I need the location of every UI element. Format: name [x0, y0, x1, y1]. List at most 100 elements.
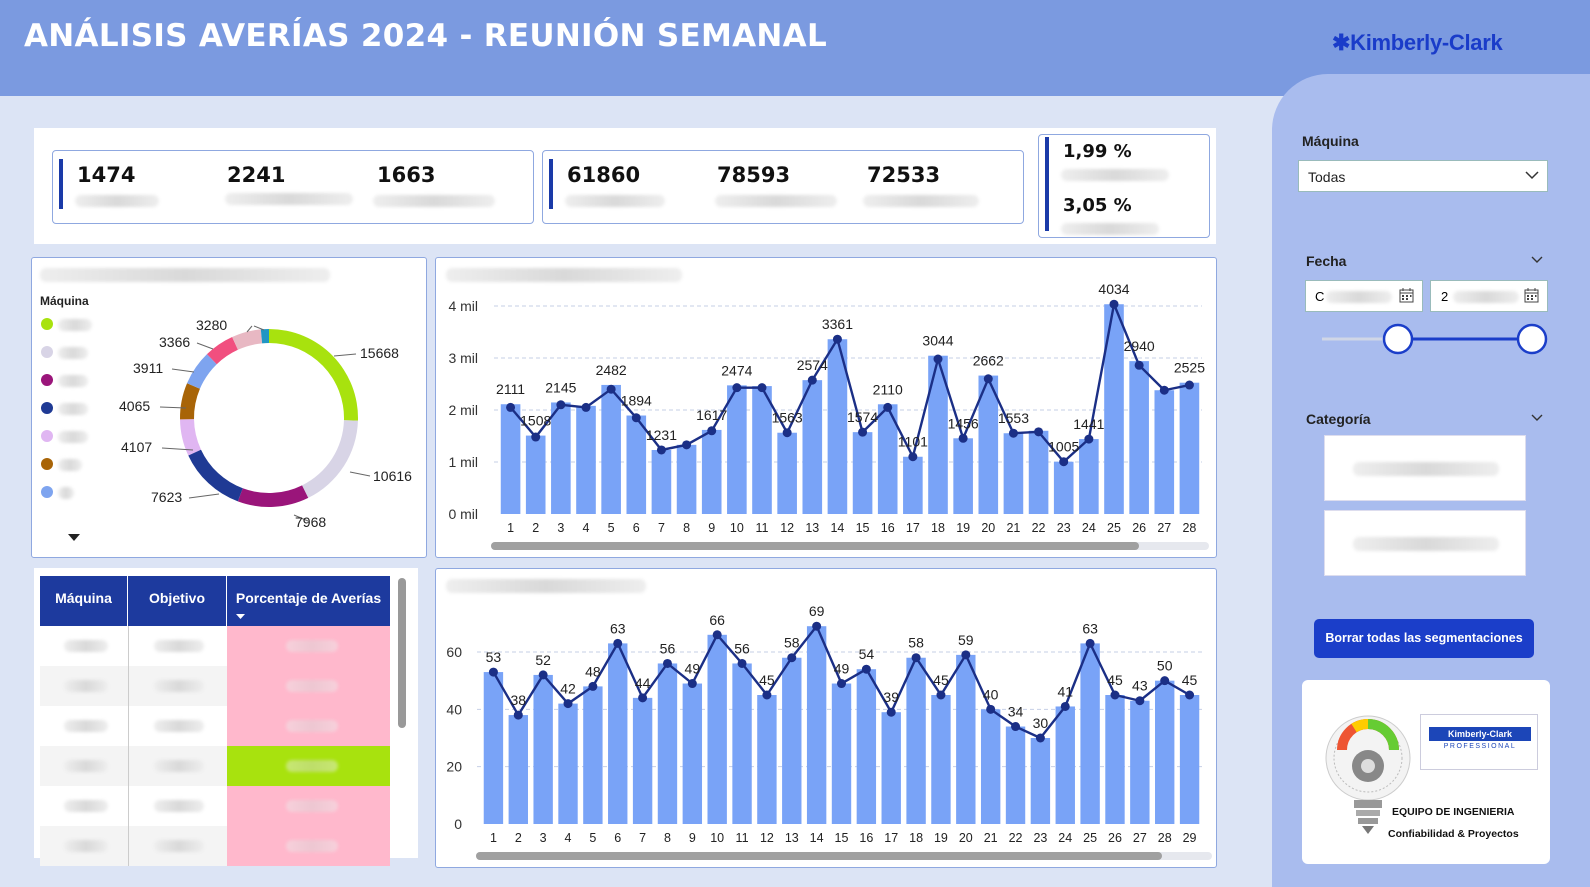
chart-bar[interactable]: [533, 674, 553, 824]
line-point[interactable]: [662, 658, 672, 668]
donut-slice[interactable]: [180, 383, 200, 420]
donut-slice[interactable]: [269, 329, 358, 421]
table-row[interactable]: [40, 826, 390, 866]
line-point[interactable]: [807, 375, 817, 385]
line-point[interactable]: [1134, 360, 1144, 370]
line-point[interactable]: [782, 428, 792, 438]
line-point[interactable]: [606, 384, 616, 394]
chart-bar[interactable]: [1105, 695, 1125, 824]
chart-bar[interactable]: [1179, 695, 1200, 824]
line-point[interactable]: [812, 621, 822, 631]
line-point[interactable]: [1159, 385, 1169, 395]
chart-bar[interactable]: [701, 429, 722, 514]
chart-bar[interactable]: [881, 712, 901, 824]
line-point[interactable]: [787, 653, 797, 663]
line-point[interactable]: [757, 383, 767, 393]
line-point[interactable]: [1184, 380, 1194, 390]
chart-bar[interactable]: [980, 709, 1001, 824]
line-point[interactable]: [1011, 722, 1021, 732]
chart-bar[interactable]: [558, 703, 578, 824]
chart-bar[interactable]: [682, 683, 703, 824]
chart-bar[interactable]: [1154, 390, 1175, 514]
chart-bar[interactable]: [651, 449, 672, 514]
chart-bar[interactable]: [657, 663, 678, 824]
chart-bar[interactable]: [1055, 706, 1075, 824]
table-scrollbar[interactable]: [398, 578, 406, 728]
line-point[interactable]: [886, 707, 896, 717]
clear-filters-button[interactable]: Borrar todas las segmentaciones: [1314, 619, 1534, 658]
chart-bar[interactable]: [576, 405, 596, 514]
line-point[interactable]: [1008, 428, 1018, 438]
chart-bar[interactable]: [508, 715, 528, 824]
line-point[interactable]: [1160, 676, 1170, 686]
chart-bar[interactable]: [782, 657, 802, 824]
calendar-icon[interactable]: [1399, 288, 1414, 303]
line-point[interactable]: [911, 653, 921, 663]
chart-bar[interactable]: [831, 683, 852, 824]
line-point[interactable]: [631, 413, 641, 423]
chart-bar[interactable]: [906, 657, 926, 824]
chart-bar[interactable]: [802, 380, 823, 514]
date-end-input[interactable]: 2: [1430, 280, 1548, 312]
chart-bar[interactable]: [903, 456, 923, 514]
chart-bar[interactable]: [732, 663, 752, 824]
horizontal-scrollbar[interactable]: [491, 542, 1139, 550]
chart-bar[interactable]: [601, 384, 621, 514]
donut-slice[interactable]: [188, 449, 243, 502]
table-row[interactable]: [40, 626, 390, 666]
donut-slice[interactable]: [237, 485, 309, 507]
line-point[interactable]: [656, 445, 666, 455]
line-point[interactable]: [488, 667, 498, 677]
chart-bar[interactable]: [752, 386, 772, 514]
line-point[interactable]: [538, 670, 548, 680]
horizontal-scrollbar[interactable]: [476, 852, 1162, 860]
chart-bar[interactable]: [1005, 726, 1026, 824]
donut-slice[interactable]: [260, 329, 269, 344]
chart-bar[interactable]: [1155, 680, 1175, 824]
category-option[interactable]: [1324, 435, 1526, 501]
chart-bar[interactable]: [1129, 361, 1149, 514]
col-header-porcentaje[interactable]: Porcentaje de Averías: [227, 576, 390, 626]
chart-bar[interactable]: [727, 385, 747, 514]
line-point[interactable]: [732, 383, 742, 393]
line-point[interactable]: [556, 400, 566, 410]
chart-bar[interactable]: [551, 402, 571, 514]
col-header-objetivo[interactable]: Objetivo: [128, 576, 227, 626]
line-point[interactable]: [986, 704, 996, 714]
line-point[interactable]: [638, 693, 648, 703]
chart-bar[interactable]: [953, 438, 973, 514]
line-point[interactable]: [506, 402, 516, 412]
line-point[interactable]: [961, 650, 971, 660]
line-point[interactable]: [883, 402, 893, 412]
line-point[interactable]: [1034, 427, 1044, 437]
line-point[interactable]: [1060, 701, 1070, 711]
slider-handle-start[interactable]: [1382, 323, 1414, 355]
chart-bar[interactable]: [608, 643, 628, 824]
line-point[interactable]: [682, 440, 692, 450]
chart-bar[interactable]: [852, 432, 873, 514]
chart-bar[interactable]: [525, 435, 546, 514]
line-point[interactable]: [983, 374, 993, 384]
line-point[interactable]: [707, 426, 717, 436]
line-point[interactable]: [1135, 696, 1145, 706]
line-point[interactable]: [832, 334, 842, 344]
chart-bar[interactable]: [1179, 382, 1200, 514]
chart-bar[interactable]: [1079, 439, 1099, 514]
chart-bar[interactable]: [806, 626, 827, 824]
line-point[interactable]: [908, 452, 918, 462]
chart-bar[interactable]: [1028, 430, 1049, 514]
chart-bar[interactable]: [1053, 461, 1074, 514]
chart-bar[interactable]: [1030, 738, 1051, 824]
chart-bar[interactable]: [707, 634, 727, 824]
chart-bar[interactable]: [583, 686, 603, 824]
chart-bar[interactable]: [856, 669, 877, 824]
line-point[interactable]: [958, 433, 968, 443]
line-point[interactable]: [837, 679, 846, 689]
table-row[interactable]: [40, 706, 390, 746]
line-point[interactable]: [1084, 434, 1094, 444]
category-option[interactable]: [1324, 510, 1526, 576]
chevron-down-icon[interactable]: [1531, 256, 1543, 264]
chart-bar[interactable]: [676, 444, 697, 514]
line-point[interactable]: [687, 679, 697, 689]
table-row[interactable]: [40, 746, 390, 786]
